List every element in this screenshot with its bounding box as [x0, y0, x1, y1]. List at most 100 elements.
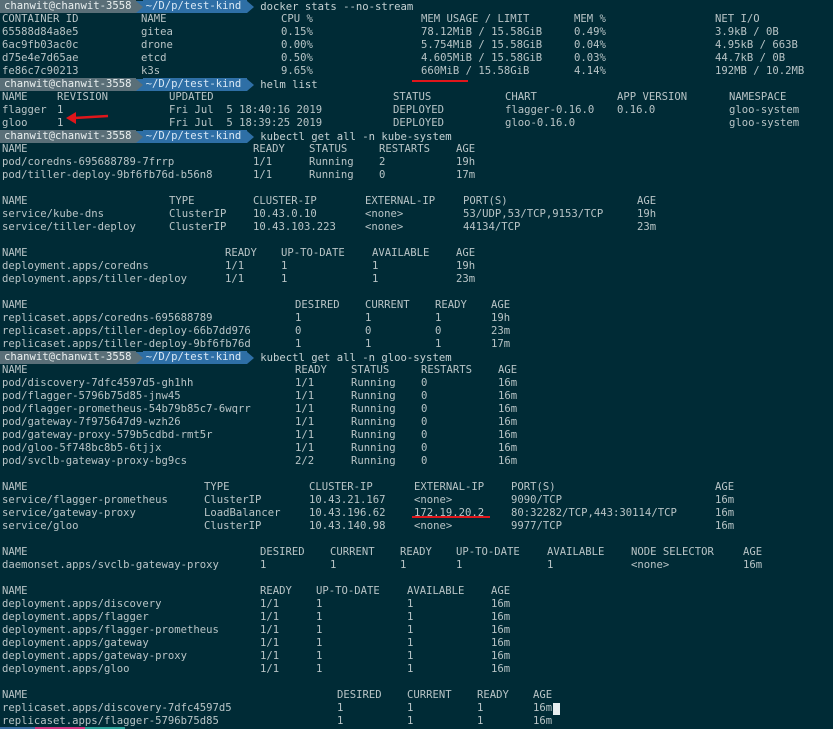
- table-header: NAME DESIRED CURRENT READY UP-TO-DATE AVAILAB…: [0, 546, 833, 559]
- table-row: deployment.apps/tiller-deploy 1/1 1 1 23m: [0, 273, 833, 286]
- table-cell: 1/1: [260, 611, 280, 623]
- table-row: deployment.apps/discovery 1/1 1 1 16m: [0, 598, 833, 611]
- table-cell: deployment.apps/flagger-prometheus: [2, 624, 219, 636]
- table-cell: deployment.apps/discovery: [2, 598, 162, 610]
- table-cell: ClusterIP: [204, 494, 262, 506]
- table-cell: 1/1: [225, 260, 245, 272]
- table-cell: 19h: [491, 312, 511, 324]
- table-cell: pod/svclb-gateway-proxy-bg9cs: [2, 455, 187, 467]
- table-cell: Fri Jul 5 18:39:25 2019: [169, 117, 323, 129]
- table-header: CONTAINER ID NAME CPU % MEM USAGE / LIMIT ME…: [0, 13, 833, 26]
- table-cell: pod/gateway-proxy-579b5cdbd-rmt5r: [2, 429, 213, 441]
- table-cell: 16m: [533, 715, 553, 727]
- table-cell: 10.43.196.62: [309, 507, 386, 519]
- table-cell: 19h: [456, 260, 476, 272]
- table-cell: 16m: [715, 520, 735, 532]
- column-header: NAME: [2, 91, 28, 103]
- table-cell: 1: [365, 338, 372, 350]
- table-cell: 16m: [498, 403, 518, 415]
- table-cell: gitea: [141, 26, 173, 38]
- table-cell: 660MiB / 15.58GiB: [421, 65, 530, 77]
- table-header: NAME READY UP-TO-DATE AVAILABLE AGE: [0, 585, 833, 598]
- column-header: NAME: [2, 585, 28, 597]
- red-underline-annotation: [412, 80, 468, 82]
- column-header: AGE: [743, 546, 763, 558]
- table-cell: <none>: [414, 520, 453, 532]
- table-cell: 1: [316, 611, 323, 623]
- table-cell: 192MB / 10.2MB: [715, 65, 805, 77]
- column-header: CURRENT: [365, 299, 410, 311]
- table-cell: deployment.apps/gloo: [2, 663, 130, 675]
- table-header: NAME READY STATUS RESTARTS AGE: [0, 364, 833, 377]
- table-cell: 16m: [498, 377, 518, 389]
- table-cell: 1: [316, 637, 323, 649]
- table-cell: 1: [330, 559, 337, 571]
- table-cell: Running: [351, 455, 396, 467]
- table-cell: 5.754MiB / 15.58GiB: [421, 39, 543, 51]
- table-row: pod/gloo-5f748bc8b5-6tjjx 1/1 Running 0 16m: [0, 442, 833, 455]
- table-cell: service/tiller-deploy: [2, 221, 136, 233]
- table-cell: DEPLOYED: [393, 104, 445, 116]
- column-header: RESTARTS: [379, 143, 431, 155]
- column-header: NAME: [141, 13, 167, 25]
- shell-prompt: chanwit@chanwit-3558 ~/D/p/test-kind kubec…: [0, 351, 452, 364]
- table-cell: 16m: [491, 663, 511, 675]
- table-cell: 0.00%: [281, 39, 313, 51]
- table-row: deployment.apps/coredns 1/1 1 1 19h: [0, 260, 833, 273]
- prompt-separator-icon: [247, 130, 255, 143]
- table-cell: 0: [421, 377, 428, 389]
- column-header: AVAILABLE: [407, 585, 465, 597]
- table-header: NAME READY STATUS RESTARTS AGE: [0, 143, 833, 156]
- column-header: DESIRED: [260, 546, 305, 558]
- table-header: NAME DESIRED CURRENT READY AGE: [0, 299, 833, 312]
- table-cell: deployment.apps/coredns: [2, 260, 149, 272]
- table-row: pod/coredns-695688789-7frrp 1/1 Running 2 19…: [0, 156, 833, 169]
- column-header: CLUSTER-IP: [309, 481, 373, 493]
- table-cell: 1: [295, 338, 302, 350]
- terminal-window[interactable]: chanwit@chanwit-3558 ~/D/p/test-kind docke…: [0, 0, 833, 729]
- column-header: AGE: [637, 195, 657, 207]
- shell-prompt: chanwit@chanwit-3558 ~/D/p/test-kind kubec…: [0, 130, 452, 143]
- table-row: pod/tiller-deploy-9bf6fb76d-b56n8 1/1 Runn…: [0, 169, 833, 182]
- table-cell: 4.14%: [574, 65, 606, 77]
- table-cell: 1: [477, 715, 484, 727]
- prompt-path: ~/D/p/test-kind: [142, 130, 248, 143]
- column-header: NAMESPACE: [729, 91, 787, 103]
- prompt-separator-icon: [135, 78, 143, 91]
- table-cell: 1: [316, 663, 323, 675]
- table-row: fe86c7c90213 k3s 9.65% 660MiB / 15.58GiB 4.1…: [0, 65, 833, 78]
- table-cell: 1/1: [253, 169, 273, 181]
- column-header: APP VERSION: [617, 91, 688, 103]
- table-row: deployment.apps/gateway 1/1 1 1 16m: [0, 637, 833, 650]
- table-cell: pod/discovery-7dfc4597d5-gh1hh: [2, 377, 194, 389]
- table-row: replicaset.apps/tiller-deploy-9bf6fb76d 1…: [0, 338, 833, 351]
- table-cell: ClusterIP: [169, 221, 227, 233]
- shell-command: kubectl get all -n gloo-system: [260, 351, 452, 364]
- table-cell: deployment.apps/tiller-deploy: [2, 273, 187, 285]
- table-cell: DEPLOYED: [393, 117, 445, 129]
- column-header: UP-TO-DATE: [316, 585, 380, 597]
- column-header: MEM %: [574, 13, 606, 25]
- table-cell: 1/1: [260, 598, 280, 610]
- table-row: pod/svclb-gateway-proxy-bg9cs 2/2 Running 0…: [0, 455, 833, 468]
- red-underline-annotation: [412, 516, 490, 518]
- shell-command: helm list: [260, 78, 318, 91]
- table-cell: 23m: [456, 273, 476, 285]
- column-header: READY: [253, 143, 285, 155]
- table-cell: 10.43.21.167: [309, 494, 386, 506]
- table-cell: ClusterIP: [169, 208, 227, 220]
- table-row: replicaset.apps/coredns-695688789 1 1 1 19h: [0, 312, 833, 325]
- table-cell: LoadBalancer: [204, 507, 281, 519]
- table-cell: 9977/TCP: [511, 520, 563, 532]
- table-cell: <none>: [365, 221, 404, 233]
- table-cell: 16m: [498, 390, 518, 402]
- table-cell: 16m: [491, 637, 511, 649]
- table-row: pod/flagger-5796b75d85-jnw45 1/1 Running 0 1…: [0, 390, 833, 403]
- table-cell: 1/1: [253, 156, 273, 168]
- column-header: RESTARTS: [421, 364, 473, 376]
- table-cell: 1: [57, 117, 64, 129]
- column-header: NAME: [2, 364, 28, 376]
- table-cell: Running: [351, 442, 396, 454]
- table-row: pod/gateway-proxy-579b5cdbd-rmt5r 1/1 Runn…: [0, 429, 833, 442]
- column-header: CONTAINER ID: [2, 13, 79, 25]
